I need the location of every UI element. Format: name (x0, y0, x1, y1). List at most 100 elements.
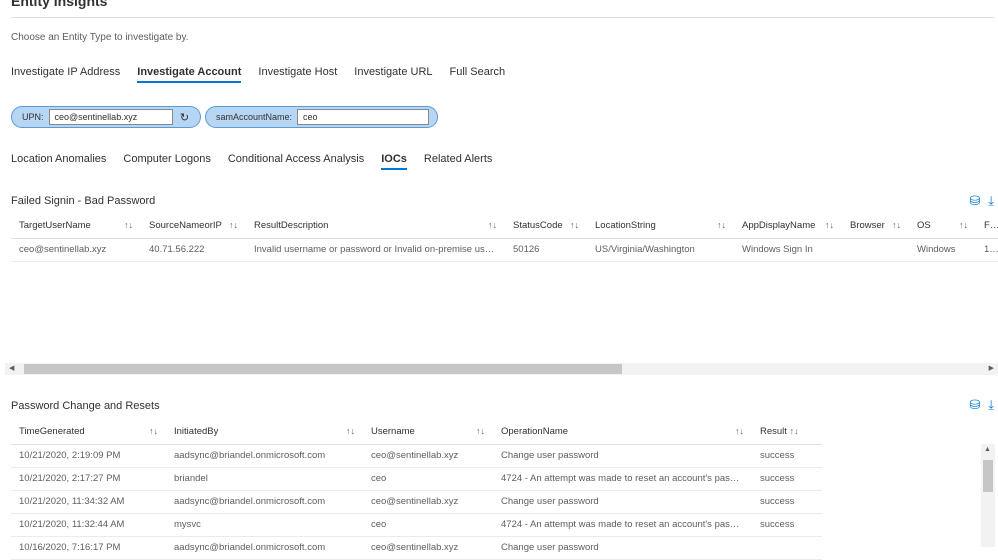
table-cell: 10/21/2020, 11:32:44 AM (11, 513, 166, 537)
export-to-excel-icon[interactable]: ⛁ (969, 193, 980, 209)
table-cell: Change user password (493, 536, 752, 560)
tab-related-alerts[interactable]: Related Alerts (424, 153, 492, 170)
table-row[interactable]: 10/21/2020, 2:19:09 PM aadsync@briandel.… (11, 444, 822, 468)
tab-iocs[interactable]: IOCs (381, 153, 407, 170)
table-cell: 10/16/2020, 7:16:17 PM (11, 536, 166, 560)
table-cell: Windows (909, 238, 976, 262)
table-cell: ceo (363, 513, 493, 537)
tab-investigate-url[interactable]: Investigate URL (354, 66, 432, 83)
table-row[interactable]: 10/16/2020, 7:16:17 PM aadsync@briandel.… (11, 536, 822, 560)
scroll-up-icon[interactable]: ▲ (984, 446, 991, 453)
column-header[interactable]: AppDisplayName ↑↓ (734, 214, 842, 239)
column-header[interactable]: Username ↑↓ (363, 420, 493, 445)
failed-signin-tools: ⛁ ⤓ (961, 193, 994, 209)
column-header[interactable]: Browser ↑↓ (842, 214, 909, 239)
table-cell (842, 238, 909, 262)
table-cell: success (752, 490, 822, 514)
failed-signin-table: TargetUserName ↑↓ SourceNameorIP ↑↓ Result… (11, 214, 998, 262)
table-cell: 40.71.56.222 (141, 238, 246, 262)
table-row[interactable]: 10/21/2020, 11:32:44 AM mysvc ceo 4724 -… (11, 513, 822, 537)
table-row[interactable]: 10/21/2020, 2:17:27 PM briandel ceo 4724… (11, 467, 822, 491)
analysis-tabs: Location Anomalies Computer Logons Condi… (11, 153, 509, 170)
table-cell: ceo (363, 467, 493, 491)
table-cell (752, 536, 822, 560)
scrollbar-thumb[interactable] (983, 460, 993, 492)
download-icon[interactable]: ⤓ (988, 397, 994, 413)
table-cell: success (752, 513, 822, 537)
table-cell: mysvc (166, 513, 363, 537)
table-cell: ceo@sentinellab.xyz (363, 536, 493, 560)
scroll-right-icon[interactable]: ▶ (989, 363, 994, 375)
table-cell: aadsync@briandel.onmicrosoft.com (166, 536, 363, 560)
samaccountname-label: samAccountName: (216, 112, 293, 122)
column-header[interactable]: Fir (976, 214, 998, 239)
tab-conditional-access[interactable]: Conditional Access Analysis (228, 153, 364, 170)
sort-icon: ↑↓ (717, 220, 726, 231)
table-cell: Invalid username or password or Invalid … (246, 238, 505, 262)
column-header[interactable]: LocationString ↑↓ (587, 214, 734, 239)
sort-icon: ↑↓ (959, 220, 968, 231)
sort-icon: ↑↓ (488, 220, 497, 231)
column-header[interactable]: Result ↑↓ (752, 420, 822, 445)
table-cell: ceo@sentinellab.xyz (363, 444, 493, 468)
table-cell: briandel (166, 467, 363, 491)
column-header[interactable]: ResultDescription ↑↓ (246, 214, 505, 239)
tab-computer-logons[interactable]: Computer Logons (123, 153, 210, 170)
upn-parameter: UPN: ceo@sentinellab.xyz ↻ (11, 106, 201, 128)
tab-investigate-ip[interactable]: Investigate IP Address (11, 66, 120, 83)
table-cell: 10. (976, 238, 998, 262)
sort-icon: ↑↓ (229, 220, 238, 231)
sort-icon: ↑↓ (346, 426, 355, 437)
sort-icon: ↑↓ (149, 426, 158, 437)
tab-full-search[interactable]: Full Search (450, 66, 506, 83)
table-header-row: TargetUserName ↑↓ SourceNameorIP ↑↓ Result… (11, 214, 998, 239)
sort-icon: ↑↓ (825, 220, 834, 231)
table-header-row: TimeGenerated ↑↓ InitiatedBy ↑↓ Username ↑↓… (11, 420, 822, 445)
choose-entity-text: Choose an Entity Type to investigate by. (11, 32, 189, 43)
password-changes-table: TimeGenerated ↑↓ InitiatedBy ↑↓ Username ↑↓… (11, 420, 822, 560)
tab-location-anomalies[interactable]: Location Anomalies (11, 153, 106, 170)
table-cell: US/Virginia/Washington (587, 238, 734, 262)
table-cell: ceo@sentinellab.xyz (11, 238, 141, 262)
vertical-scrollbar[interactable]: ▲ (981, 444, 995, 547)
column-header[interactable]: SourceNameorIP ↑↓ (141, 214, 246, 239)
table-cell: aadsync@briandel.onmicrosoft.com (166, 490, 363, 514)
sort-icon: ↑↓ (735, 426, 744, 437)
column-header[interactable]: InitiatedBy ↑↓ (166, 420, 363, 445)
tab-investigate-account[interactable]: Investigate Account (137, 66, 242, 83)
scroll-left-icon[interactable]: ◀ (9, 363, 14, 375)
failed-signin-title: Failed Signin - Bad Password (11, 195, 156, 207)
table-cell: Windows Sign In (734, 238, 842, 262)
sort-icon: ↑↓ (124, 220, 133, 231)
entity-tabs: Investigate IP Address Investigate Accou… (11, 66, 522, 83)
column-header[interactable]: TimeGenerated ↑↓ (11, 420, 166, 445)
title-divider (11, 17, 994, 18)
download-icon[interactable]: ⤓ (988, 193, 994, 209)
table-cell: 4724 - An attempt was made to reset an a… (493, 467, 752, 491)
table-cell: 10/21/2020, 11:34:32 AM (11, 490, 166, 514)
table-row[interactable]: 10/21/2020, 11:34:32 AM aadsync@briandel… (11, 490, 822, 514)
column-header[interactable]: OS ↑↓ (909, 214, 976, 239)
table-cell: success (752, 467, 822, 491)
table-cell: ceo@sentinellab.xyz (363, 490, 493, 514)
column-header[interactable]: StatusCode ↑↓ (505, 214, 587, 239)
table-cell: 10/21/2020, 2:19:09 PM (11, 444, 166, 468)
upn-input[interactable]: ceo@sentinellab.xyz (48, 109, 173, 125)
table-cell: success (752, 444, 822, 468)
samaccountname-parameter: samAccountName: ceo (205, 106, 438, 128)
table-cell: Change user password (493, 444, 752, 468)
column-header[interactable]: TargetUserName ↑↓ (11, 214, 141, 239)
samaccountname-input[interactable]: ceo (297, 109, 430, 125)
tab-investigate-host[interactable]: Investigate Host (258, 66, 337, 83)
column-header[interactable]: OperationName ↑↓ (493, 420, 752, 445)
scrollbar-thumb[interactable] (24, 364, 622, 374)
refresh-icon[interactable]: ↻ (175, 111, 195, 124)
sort-icon: ↑↓ (570, 220, 579, 231)
table-row[interactable]: ceo@sentinellab.xyz 40.71.56.222 Invalid… (11, 238, 998, 262)
export-to-excel-icon[interactable]: ⛁ (969, 397, 980, 413)
horizontal-scrollbar[interactable]: ◀ ▶ (5, 363, 998, 375)
table-cell: 50126 (505, 238, 587, 262)
table-cell: Change user password (493, 490, 752, 514)
password-changes-tools: ⛁ ⤓ (961, 397, 994, 413)
page-title: Entity Insights (11, 0, 108, 9)
